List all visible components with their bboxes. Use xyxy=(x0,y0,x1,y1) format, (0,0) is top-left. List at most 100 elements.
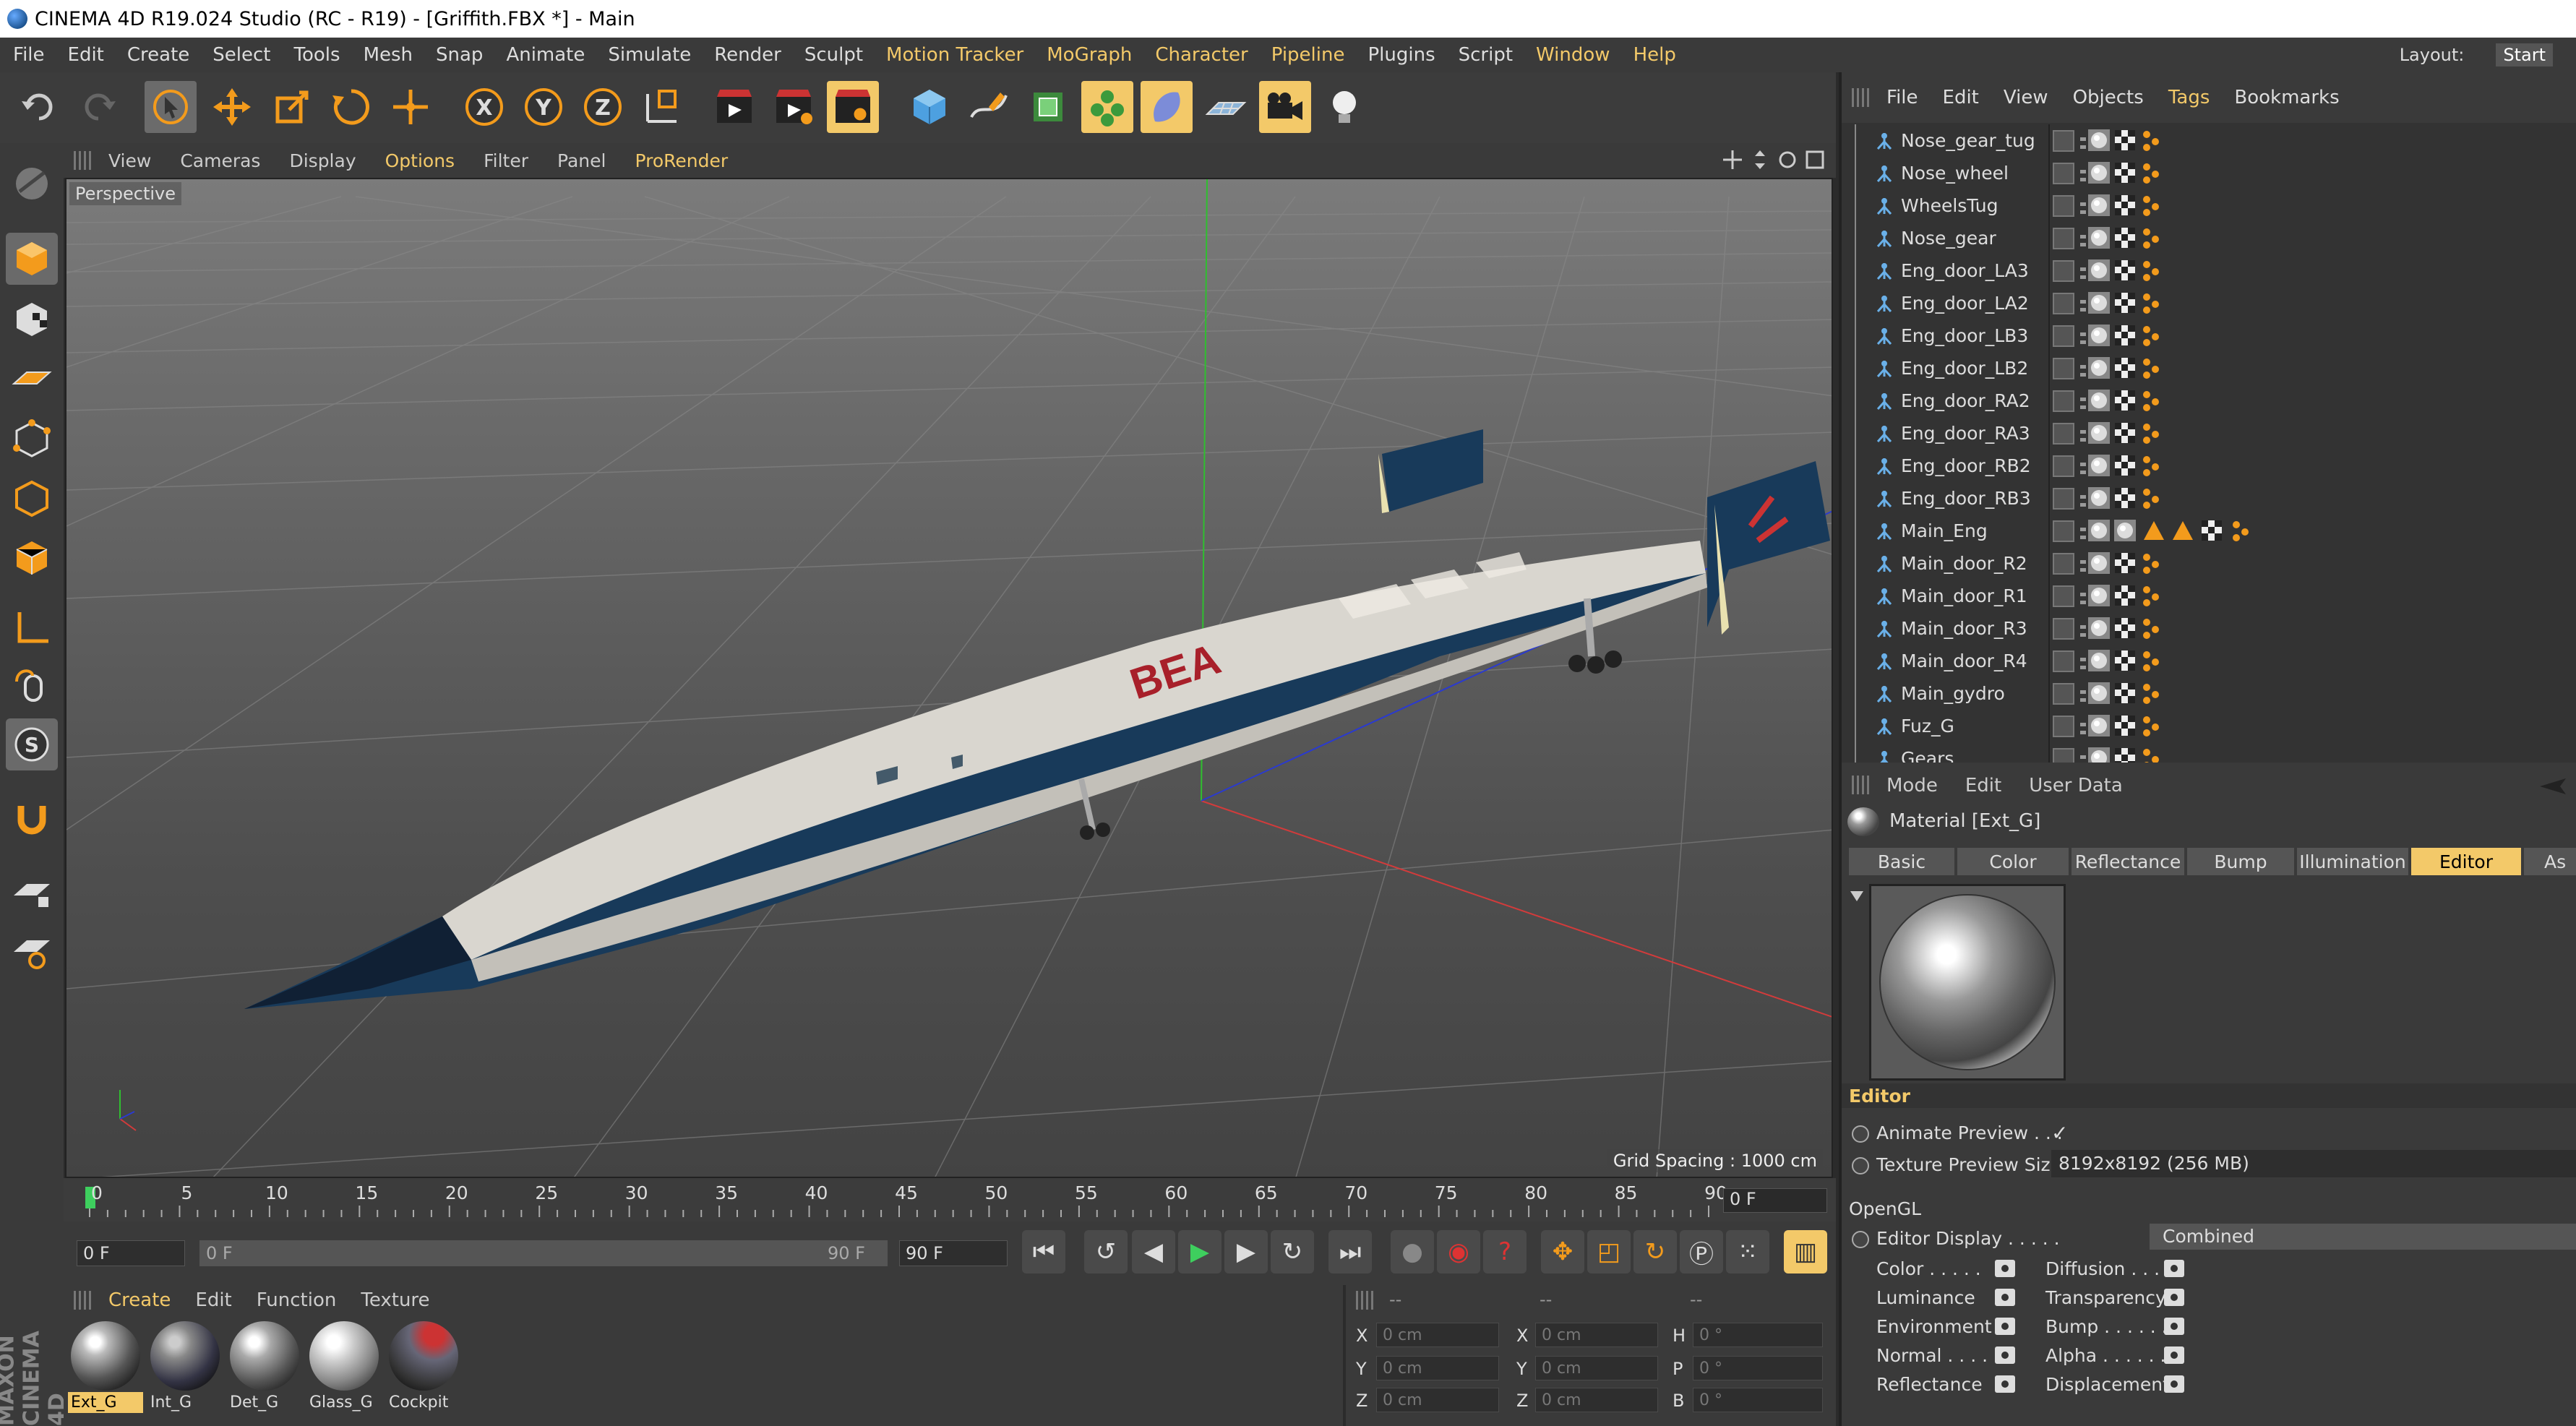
eye-icon[interactable] xyxy=(2164,1260,2184,1277)
visibility-dots[interactable] xyxy=(2080,653,2086,669)
material-tag-icon[interactable] xyxy=(2113,519,2137,542)
material-tag-icon[interactable] xyxy=(2087,129,2111,152)
texture-tag-icon[interactable] xyxy=(2113,584,2137,607)
tab-illumination[interactable]: Illumination xyxy=(2297,848,2408,875)
material-swatch[interactable]: Glass_G xyxy=(306,1320,382,1421)
viewport-menu-panel[interactable]: Panel xyxy=(557,150,606,171)
material-menu-texture[interactable]: Texture xyxy=(361,1289,429,1311)
material-tag-icon[interactable] xyxy=(2087,389,2111,412)
menu-mesh[interactable]: Mesh xyxy=(364,44,413,66)
material-swatch[interactable]: Ext_G xyxy=(68,1320,143,1421)
menu-help[interactable]: Help xyxy=(1633,44,1676,66)
eye-icon[interactable] xyxy=(2164,1289,2184,1306)
texture-tag-icon[interactable] xyxy=(2113,161,2137,184)
key-pla-icon[interactable]: ⁙ xyxy=(1726,1230,1769,1273)
viewport-menu-view[interactable]: View xyxy=(108,150,151,171)
coordinate-system-icon[interactable] xyxy=(636,81,688,133)
material-tag-icon[interactable] xyxy=(2087,259,2111,282)
grip-icon[interactable] xyxy=(74,151,93,170)
material-tag-icon[interactable] xyxy=(2087,291,2111,314)
key-scale-icon[interactable]: ◰ xyxy=(1587,1230,1631,1273)
menu-snap[interactable]: Snap xyxy=(436,44,483,66)
editor-display-dropdown[interactable]: Combined xyxy=(2150,1224,2576,1250)
texture-tag-icon[interactable] xyxy=(2113,682,2137,705)
phong-tag-icon[interactable] xyxy=(2139,454,2163,477)
record-keys-icon[interactable]: ● xyxy=(1391,1230,1434,1273)
visibility-dots[interactable] xyxy=(2080,231,2086,246)
object-row[interactable]: Eng_door_RB3 xyxy=(1842,482,2576,515)
quantize-icon[interactable] xyxy=(6,925,58,977)
texture-tag-icon[interactable] xyxy=(2200,519,2223,542)
texture-tag-icon[interactable] xyxy=(2113,129,2137,152)
object-menu-edit[interactable]: Edit xyxy=(1943,87,1979,108)
layer-toggle[interactable] xyxy=(2053,260,2074,282)
menu-simulate[interactable]: Simulate xyxy=(608,44,691,66)
material-tag-icon[interactable] xyxy=(2087,161,2111,184)
object-menu-bookmarks[interactable]: Bookmarks xyxy=(2234,87,2339,108)
phong-tag-icon[interactable] xyxy=(2139,486,2163,510)
next-key-icon[interactable]: ↻ xyxy=(1271,1230,1314,1273)
phong-tag-icon[interactable] xyxy=(2139,161,2163,184)
layer-toggle[interactable] xyxy=(2053,423,2074,444)
phong-tag-icon[interactable] xyxy=(2139,617,2163,640)
viewport-menu-filter[interactable]: Filter xyxy=(484,150,528,171)
phong-tag-icon[interactable] xyxy=(2139,747,2163,763)
subdivision-surface-icon[interactable] xyxy=(1022,81,1074,133)
warning-tag-icon[interactable] xyxy=(2142,519,2165,542)
layer-toggle[interactable] xyxy=(2053,455,2074,477)
key-parameter-icon[interactable]: Ⓟ xyxy=(1680,1230,1723,1273)
model-mode-icon[interactable] xyxy=(6,233,58,285)
grip-icon[interactable] xyxy=(1356,1291,1375,1310)
material-tag-icon[interactable] xyxy=(2087,747,2111,763)
layer-toggle[interactable] xyxy=(2053,228,2074,249)
deformer-icon[interactable] xyxy=(1141,81,1193,133)
object-menu-view[interactable]: View xyxy=(2004,87,2048,108)
size-z-field[interactable]: 0 cm xyxy=(1535,1388,1658,1412)
render-picture-viewer-icon[interactable] xyxy=(768,81,820,133)
next-frame-icon[interactable]: ▶ xyxy=(1224,1230,1268,1273)
autokey-icon[interactable]: ◉ xyxy=(1437,1230,1480,1273)
pos-z-field[interactable]: 0 cm xyxy=(1376,1388,1499,1412)
light-icon[interactable] xyxy=(1318,81,1370,133)
viewport-menu-display[interactable]: Display xyxy=(289,150,356,171)
menu-create[interactable]: Create xyxy=(127,44,189,66)
phong-tag-icon[interactable] xyxy=(2139,259,2163,282)
visibility-dots[interactable] xyxy=(2080,393,2086,409)
visibility-dots[interactable] xyxy=(2080,426,2086,442)
object-menu-file[interactable]: File xyxy=(1886,87,1918,108)
material-tag-icon[interactable] xyxy=(2087,454,2111,477)
axis-mode-icon[interactable] xyxy=(6,603,58,655)
phong-tag-icon[interactable] xyxy=(2139,551,2163,575)
tweak-mode-icon[interactable] xyxy=(6,659,58,711)
object-row[interactable]: Fuz_G xyxy=(1842,710,2576,742)
redo-icon[interactable] xyxy=(72,81,124,133)
size-y-field[interactable]: 0 cm xyxy=(1535,1356,1658,1380)
texture-tag-icon[interactable] xyxy=(2113,454,2137,477)
menu-plugins[interactable]: Plugins xyxy=(1368,44,1435,66)
grip-icon[interactable] xyxy=(1852,776,1871,794)
camera-icon[interactable] xyxy=(1259,81,1311,133)
timeline-window-icon[interactable]: ▥ xyxy=(1784,1230,1827,1273)
rot-b-field[interactable]: 0 ° xyxy=(1693,1388,1823,1412)
viewport-menu-options[interactable]: Options xyxy=(385,150,455,171)
texture-tag-icon[interactable] xyxy=(2113,226,2137,249)
layer-toggle[interactable] xyxy=(2053,553,2074,575)
visibility-dots[interactable] xyxy=(2080,588,2086,604)
play-icon[interactable]: ▶ xyxy=(1178,1230,1222,1273)
layout-selector[interactable]: Layout: Start xyxy=(2400,38,2576,72)
phong-tag-icon[interactable] xyxy=(2139,714,2163,737)
material-tag-icon[interactable] xyxy=(2087,714,2111,737)
pos-y-field[interactable]: 0 cm xyxy=(1376,1356,1499,1380)
grip-icon[interactable] xyxy=(1852,88,1871,107)
visibility-dots[interactable] xyxy=(2080,686,2086,702)
object-menu-tags[interactable]: Tags xyxy=(2168,87,2210,108)
visibility-dots[interactable] xyxy=(2080,198,2086,214)
x-axis-lock-icon[interactable]: X xyxy=(458,81,510,133)
visibility-dots[interactable] xyxy=(2080,166,2086,181)
material-swatch[interactable]: Det_G xyxy=(227,1320,302,1421)
layer-toggle[interactable] xyxy=(2053,390,2074,412)
texture-tag-icon[interactable] xyxy=(2113,486,2137,510)
rot-p-field[interactable]: 0 ° xyxy=(1693,1356,1823,1380)
menu-render[interactable]: Render xyxy=(714,44,781,66)
previous-frame-icon[interactable]: ◀ xyxy=(1132,1230,1175,1273)
